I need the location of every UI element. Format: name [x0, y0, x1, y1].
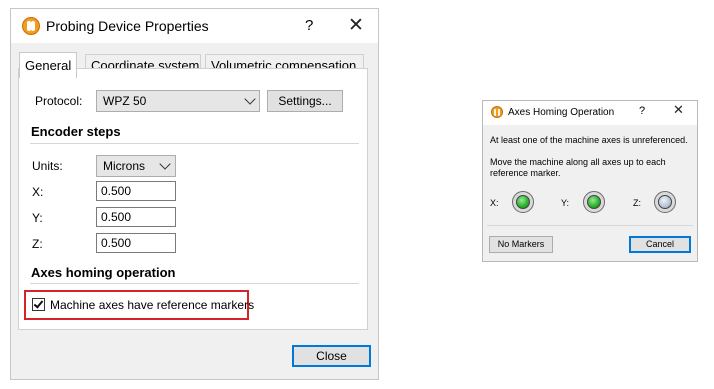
y-step-input[interactable]: 0.500	[96, 207, 176, 227]
z-axis-status-led	[654, 191, 676, 213]
reference-markers-checkbox[interactable]	[32, 298, 45, 311]
close-button[interactable]: Close	[292, 345, 371, 367]
dialog-title: Probing Device Properties	[46, 18, 209, 34]
z-step-input[interactable]: 0.500	[96, 233, 176, 253]
close-icon[interactable]: ✕	[348, 14, 364, 36]
y-axis-label: Y:	[561, 198, 570, 208]
status-led-icon	[658, 195, 672, 209]
instruction-line-1: Move the machine along all axes up to ea…	[490, 157, 666, 167]
help-button[interactable]: ?	[305, 17, 313, 34]
checkmark-icon	[33, 298, 44, 309]
status-led-icon	[516, 195, 530, 209]
status-led-icon	[587, 195, 601, 209]
z-label: Z:	[32, 237, 43, 251]
divider	[30, 283, 359, 284]
x-axis-status-led	[512, 191, 534, 213]
reference-markers-label[interactable]: Machine axes have reference markers	[50, 298, 254, 312]
app-logo-icon	[491, 106, 503, 118]
title-bar: Probing Device Properties ? ✕	[11, 9, 378, 43]
x-axis-label: X:	[490, 198, 499, 208]
divider	[30, 143, 359, 144]
units-select[interactable]: Microns	[96, 155, 176, 177]
chevron-down-icon	[159, 158, 171, 170]
close-icon[interactable]: ✕	[673, 103, 684, 118]
app-logo-icon	[22, 17, 40, 35]
x-step-input[interactable]: 0.500	[96, 181, 176, 201]
encoder-steps-heading: Encoder steps	[31, 124, 121, 139]
no-markers-button[interactable]: No Markers	[489, 236, 553, 253]
x-label: X:	[32, 185, 44, 199]
units-label: Units:	[32, 159, 63, 173]
protocol-select[interactable]: WPZ 50	[96, 90, 260, 112]
title-bar: Axes Homing Operation ? ✕	[483, 101, 697, 125]
protocol-value: WPZ 50	[103, 94, 147, 108]
instruction-line-2: reference marker.	[490, 168, 561, 178]
axes-homing-heading: Axes homing operation	[31, 265, 176, 280]
y-axis-status-led	[583, 191, 605, 213]
tab-general[interactable]: General	[19, 52, 77, 78]
help-button[interactable]: ?	[639, 105, 645, 117]
units-value: Microns	[103, 159, 146, 173]
divider	[487, 225, 693, 226]
z-axis-label: Z:	[633, 198, 641, 208]
y-label: Y:	[32, 211, 43, 225]
settings-button[interactable]: Settings...	[267, 90, 343, 112]
protocol-label: Protocol:	[35, 94, 83, 108]
cancel-button[interactable]: Cancel	[629, 236, 691, 253]
unreferenced-message: At least one of the machine axes is unre…	[490, 135, 688, 145]
chevron-down-icon	[244, 93, 256, 105]
dialog-title: Axes Homing Operation	[508, 107, 615, 118]
axes-homing-dialog: Axes Homing Operation ? ✕ At least one o…	[482, 100, 698, 262]
